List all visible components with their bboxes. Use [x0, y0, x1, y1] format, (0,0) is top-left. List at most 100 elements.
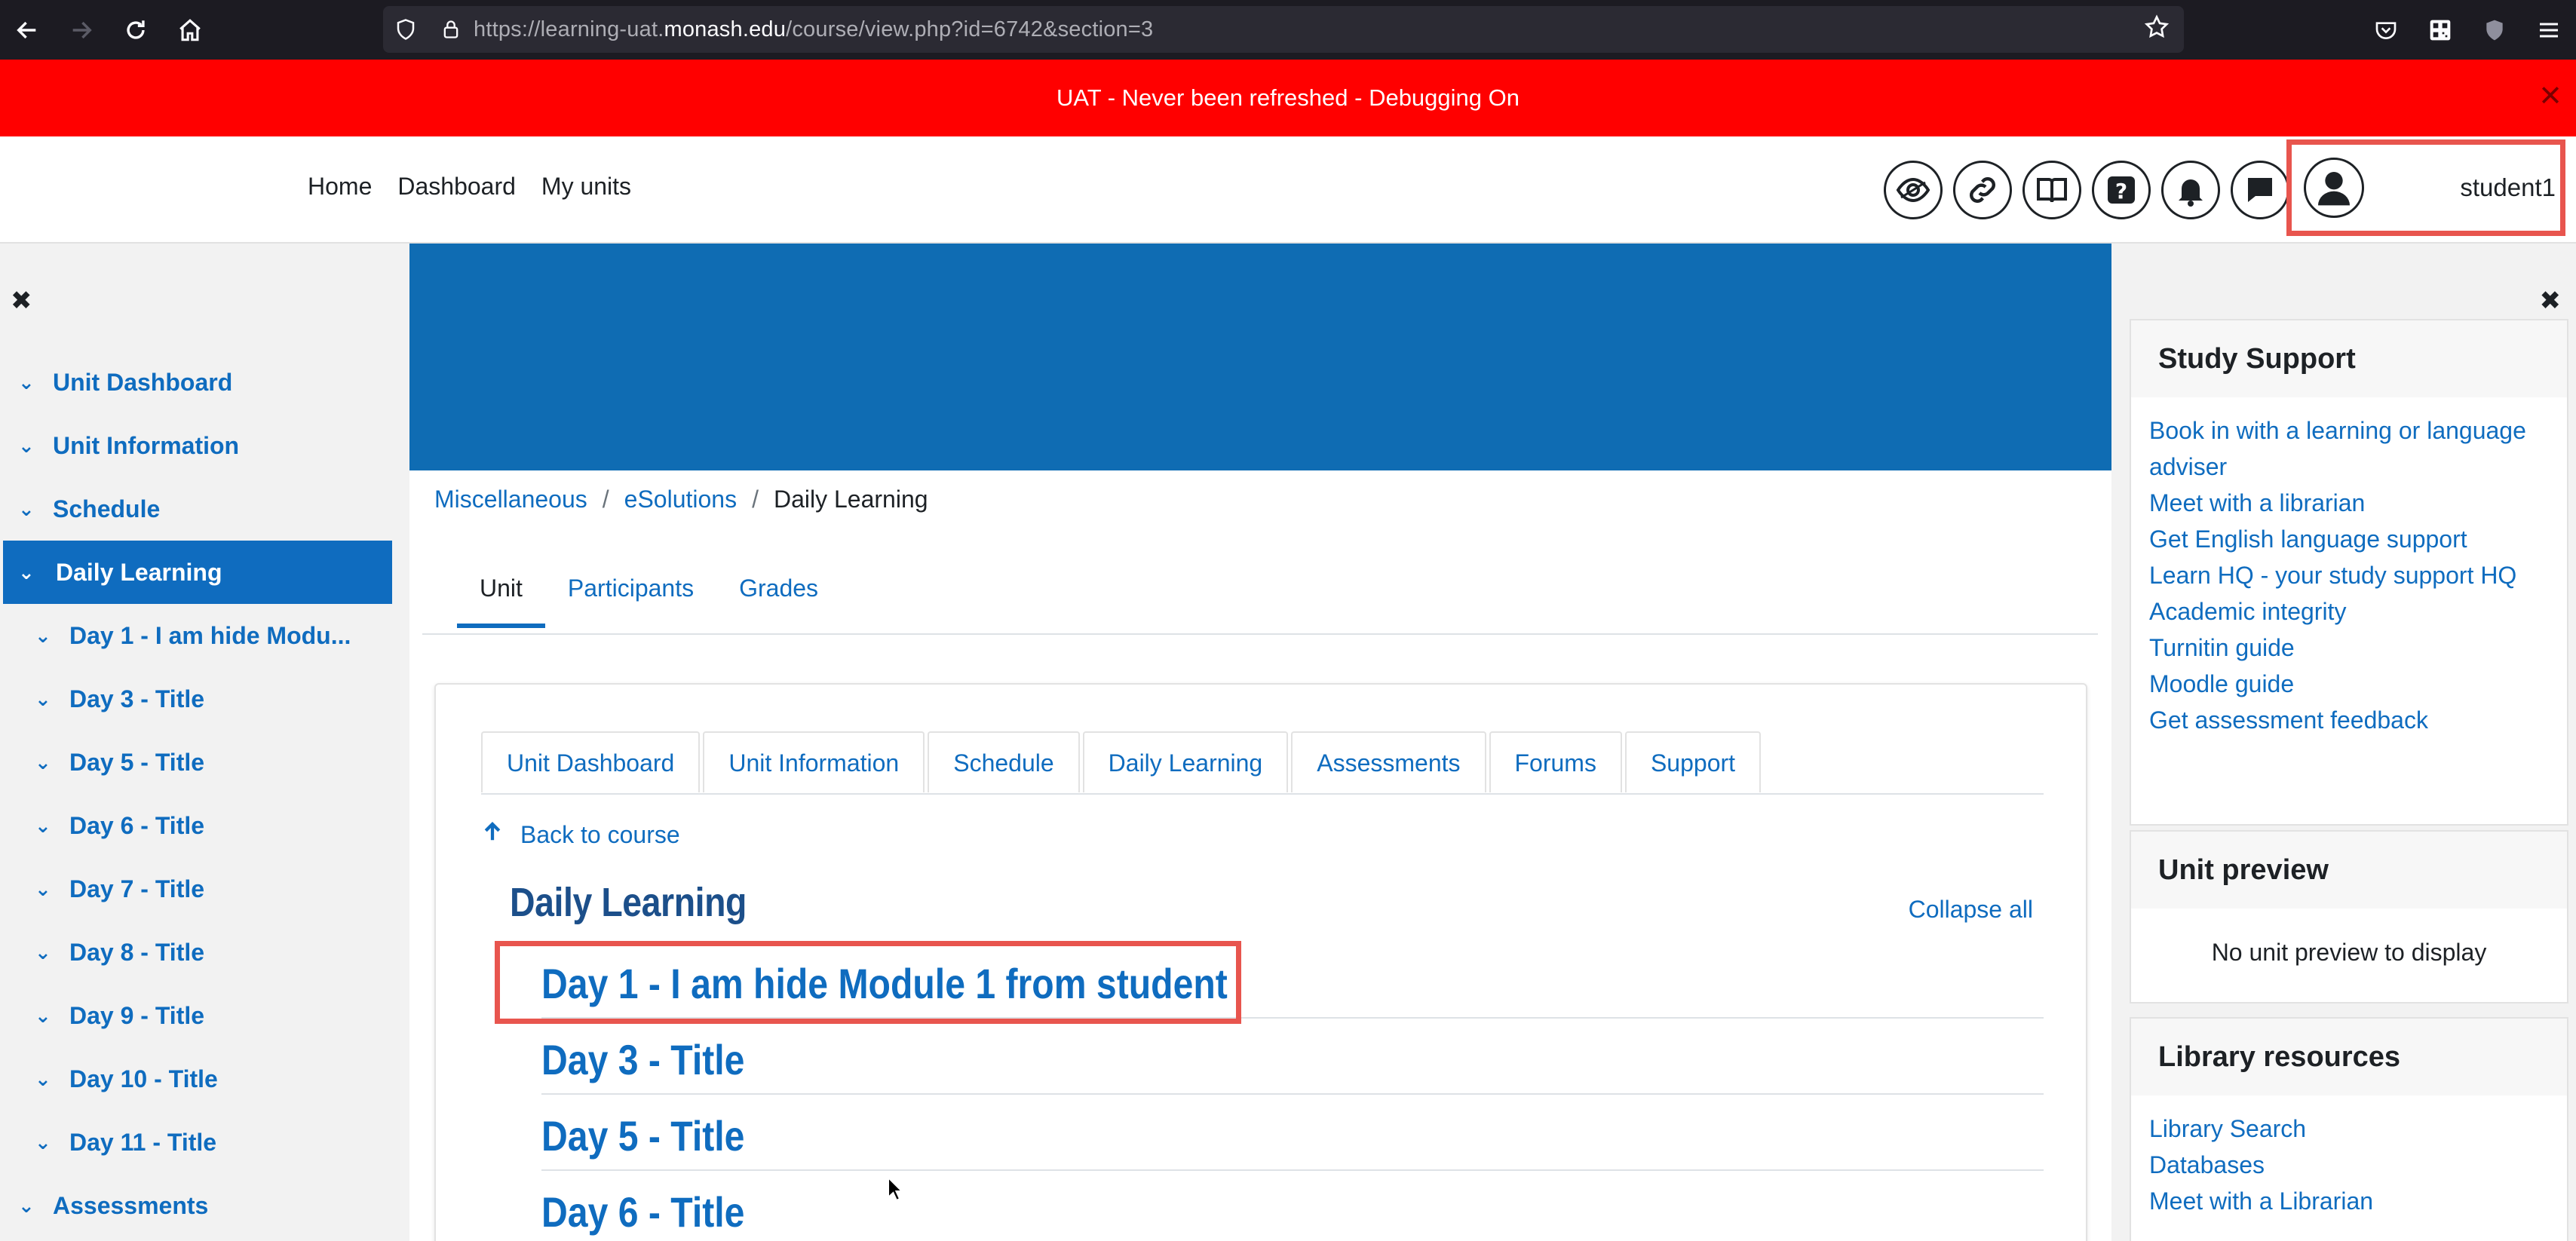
- bookmark-star-icon[interactable]: [2143, 14, 2170, 47]
- chevron-down-icon[interactable]: ⌄: [0, 434, 53, 458]
- course-index-label[interactable]: Day 5 - Title: [69, 749, 204, 777]
- nav-my-units-link[interactable]: My units: [541, 173, 631, 201]
- chevron-down-icon[interactable]: ⌄: [0, 1194, 53, 1218]
- course-index-subitem[interactable]: ⌄ Day 10 - Title: [0, 1047, 407, 1111]
- course-index-item-active[interactable]: ⌄ Daily Learning: [3, 541, 392, 604]
- block-link[interactable]: Library Search: [2149, 1111, 2549, 1147]
- back-to-course-link[interactable]: Back to course: [481, 820, 680, 850]
- book-icon[interactable]: [2022, 161, 2081, 219]
- eye-icon[interactable]: [1884, 161, 1943, 219]
- course-index-subitem[interactable]: ⌄ Day 3 - Title: [0, 667, 407, 731]
- close-icon[interactable]: ✕: [2538, 82, 2562, 111]
- section-link[interactable]: Day 3 - Title: [541, 1035, 744, 1084]
- section-link[interactable]: Day 5 - Title: [541, 1111, 744, 1160]
- course-index-subitem[interactable]: ⌄ Day 1 - I am hide Modu...: [0, 604, 407, 667]
- arrow-up-icon[interactable]: [481, 820, 504, 850]
- section-tab[interactable]: Forums: [1489, 731, 1622, 792]
- forward-arrow-icon[interactable]: [54, 0, 109, 60]
- extension-shield-icon[interactable]: [2467, 0, 2522, 60]
- block-link[interactable]: Databases: [2149, 1147, 2549, 1183]
- help-icon[interactable]: ?: [2092, 161, 2151, 219]
- block-link[interactable]: Learn HQ - your study support HQ: [2149, 557, 2549, 593]
- pocket-icon[interactable]: [2359, 0, 2413, 60]
- course-index-label[interactable]: Schedule: [53, 495, 160, 523]
- course-index-item[interactable]: ⌄ Assessments: [0, 1174, 407, 1237]
- course-index-label[interactable]: Day 8 - Title: [69, 939, 204, 967]
- chevron-down-icon[interactable]: ⌄: [0, 1004, 69, 1028]
- back-to-course-label[interactable]: Back to course: [520, 821, 680, 849]
- chevron-down-icon[interactable]: ⌄: [0, 1068, 69, 1091]
- chevron-down-icon[interactable]: ⌄: [0, 1131, 69, 1154]
- course-index-subitem[interactable]: ⌄ Day 7 - Title: [0, 857, 407, 921]
- course-index-subitem[interactable]: ⌄ Day 6 - Title: [0, 794, 407, 857]
- nav-home-link[interactable]: Home: [308, 173, 372, 201]
- chevron-down-icon[interactable]: ⌄: [0, 941, 69, 964]
- course-index-label[interactable]: Day 7 - Title: [69, 875, 204, 903]
- tab-participants[interactable]: Participants: [545, 558, 716, 628]
- chevron-down-icon[interactable]: ⌄: [0, 814, 69, 838]
- block-link[interactable]: Get assessment feedback: [2149, 702, 2549, 738]
- course-index-label[interactable]: Daily Learning: [56, 559, 222, 587]
- lock-icon[interactable]: [428, 18, 474, 41]
- user-menu[interactable]: student1: [2286, 139, 2565, 236]
- course-index-label[interactable]: Unit Information: [53, 432, 239, 460]
- course-index-subitem[interactable]: ⌄ Day 11 - Title: [0, 1111, 407, 1174]
- section-tab[interactable]: Schedule: [928, 731, 1080, 792]
- tab-unit[interactable]: Unit: [457, 558, 545, 628]
- tab-grades[interactable]: Grades: [716, 558, 841, 628]
- avatar-icon[interactable]: [2304, 158, 2364, 218]
- shield-icon[interactable]: [383, 18, 428, 41]
- course-index-label[interactable]: Day 11 - Title: [69, 1129, 216, 1157]
- chevron-down-icon[interactable]: ⌄: [0, 878, 69, 901]
- block-link[interactable]: Academic integrity: [2149, 593, 2549, 630]
- chevron-down-icon[interactable]: ⌄: [0, 624, 69, 648]
- course-index-label[interactable]: Day 10 - Title: [69, 1065, 218, 1093]
- course-index-subitem[interactable]: ⌄ Day 5 - Title: [0, 731, 407, 794]
- reload-icon[interactable]: [109, 0, 163, 60]
- course-index-subitem[interactable]: ⌄ Day 9 - Title: [0, 984, 407, 1047]
- section-tab[interactable]: Unit Dashboard: [481, 731, 701, 792]
- username[interactable]: student1: [2460, 173, 2556, 202]
- block-link[interactable]: Moodle guide: [2149, 666, 2549, 702]
- menu-icon[interactable]: [2522, 0, 2576, 60]
- course-index-label[interactable]: Day 6 - Title: [69, 812, 204, 840]
- course-index-subitem[interactable]: ⌄ Day 8 - Title: [0, 921, 407, 984]
- link-icon[interactable]: [1953, 161, 2012, 219]
- course-index-label[interactable]: Day 9 - Title: [69, 1002, 204, 1030]
- section-tab[interactable]: Support: [1624, 731, 1762, 792]
- block-link[interactable]: Book in with a learning or language advi…: [2149, 412, 2549, 485]
- chevron-down-icon[interactable]: ⌄: [0, 371, 53, 394]
- block-link[interactable]: Meet with a librarian: [2149, 485, 2549, 521]
- nav-dashboard-link[interactable]: Dashboard: [397, 173, 516, 201]
- breadcrumb-current: Daily Learning: [773, 486, 928, 513]
- back-arrow-icon[interactable]: [0, 0, 54, 60]
- chevron-down-icon[interactable]: ⌄: [0, 498, 53, 521]
- breadcrumb-link[interactable]: eSolutions: [624, 486, 737, 513]
- chat-icon[interactable]: [2231, 161, 2289, 219]
- qr-code-icon[interactable]: [2413, 0, 2467, 60]
- collapse-all-link[interactable]: Collapse all: [1909, 896, 2033, 924]
- course-index-label[interactable]: Unit Dashboard: [53, 369, 232, 397]
- bell-icon[interactable]: [2161, 161, 2220, 219]
- chevron-down-icon[interactable]: ⌄: [3, 561, 56, 584]
- section-tab[interactable]: Daily Learning: [1082, 731, 1289, 792]
- course-index-label[interactable]: Day 3 - Title: [69, 685, 204, 713]
- block-link[interactable]: Turnitin guide: [2149, 630, 2549, 666]
- course-index-label[interactable]: Day 1 - I am hide Modu...: [69, 622, 351, 650]
- course-index-item[interactable]: ⌄ Schedule: [0, 477, 407, 541]
- chevron-down-icon[interactable]: ⌄: [0, 688, 69, 711]
- course-index-item[interactable]: ⌄ Unit Dashboard: [0, 351, 407, 414]
- course-index-item[interactable]: ⌄ Unit Information: [0, 414, 407, 477]
- section-tab[interactable]: Unit Information: [703, 731, 925, 792]
- section-link[interactable]: Day 6 - Title: [541, 1187, 744, 1236]
- close-drawer-icon[interactable]: ✖: [2540, 286, 2562, 316]
- close-drawer-icon[interactable]: ✖: [11, 286, 32, 316]
- course-index-label[interactable]: Assessments: [53, 1192, 208, 1220]
- breadcrumb-link[interactable]: Miscellaneous: [434, 486, 587, 513]
- section-tab[interactable]: Assessments: [1291, 731, 1486, 792]
- url-bar[interactable]: https://learning-uat.monash.edu/course/v…: [383, 6, 2184, 53]
- home-icon[interactable]: [163, 0, 217, 60]
- block-link[interactable]: Meet with a Librarian: [2149, 1183, 2549, 1219]
- chevron-down-icon[interactable]: ⌄: [0, 751, 69, 774]
- block-link[interactable]: Get English language support: [2149, 521, 2549, 557]
